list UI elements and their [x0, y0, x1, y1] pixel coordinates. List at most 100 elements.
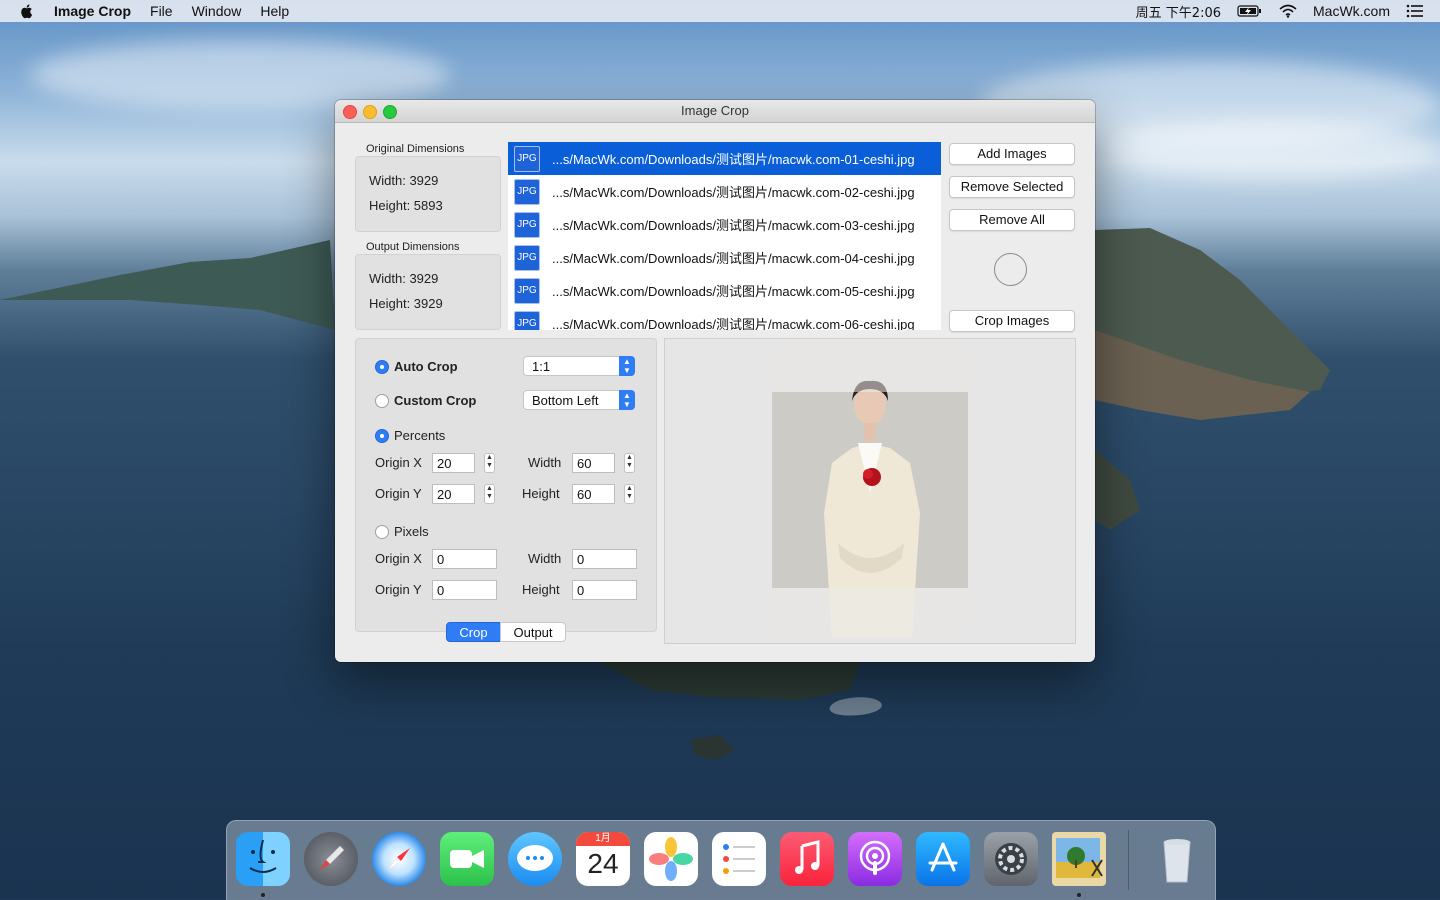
px-origin-x-label: Origin X: [375, 551, 422, 566]
jpg-file-icon: JPG: [514, 211, 540, 238]
file-row[interactable]: JPG ...s/MacWk.com/Downloads/测试图片/macwk.…: [508, 241, 941, 274]
wifi-icon[interactable]: [1279, 4, 1297, 18]
file-list[interactable]: JPG ...s/MacWk.com/Downloads/测试图片/macwk.…: [508, 142, 941, 330]
preview-photo: [772, 343, 968, 637]
file-path: ...s/MacWk.com/Downloads/测试图片/macwk.com-…: [552, 284, 915, 299]
output-dimensions-box: [355, 254, 501, 330]
menu-help[interactable]: Help: [260, 3, 289, 19]
menu-site-label[interactable]: MacWk.com: [1313, 3, 1390, 19]
original-width: Width: 3929: [369, 173, 439, 188]
calendar-icon[interactable]: 1月 24: [576, 832, 630, 886]
chevron-updown-icon: ▲ ▼: [619, 390, 635, 410]
anchor-value: Bottom Left: [532, 393, 599, 408]
finder-icon[interactable]: [236, 832, 290, 886]
px-height-label: Height: [522, 582, 560, 597]
menu-file[interactable]: File: [150, 3, 173, 19]
pct-height-field[interactable]: 60: [572, 484, 615, 504]
tab-output[interactable]: Output: [500, 622, 566, 642]
pct-origin-x-stepper[interactable]: ▲ ▼: [484, 453, 495, 473]
tab-crop[interactable]: Crop: [446, 622, 501, 642]
anchor-select[interactable]: Bottom Left ▲ ▼: [523, 390, 635, 410]
jpg-file-icon: JPG: [514, 145, 540, 172]
file-path: ...s/MacWk.com/Downloads/测试图片/macwk.com-…: [552, 218, 915, 233]
notification-center-icon[interactable]: [1406, 4, 1424, 18]
percents-radio[interactable]: [375, 429, 389, 443]
file-row[interactable]: JPG ...s/MacWk.com/Downloads/测试图片/macwk.…: [508, 208, 941, 241]
dock-separator: [1128, 830, 1129, 890]
original-height: Height: 5893: [369, 198, 443, 213]
percents-label: Percents: [394, 428, 446, 443]
px-width-field[interactable]: 0: [572, 549, 637, 569]
file-row[interactable]: JPG ...s/MacWk.com/Downloads/测试图片/macwk.…: [508, 274, 941, 307]
menu-app-name[interactable]: Image Crop: [54, 3, 131, 19]
safari-icon[interactable]: [372, 832, 426, 886]
minimize-window-button[interactable]: [363, 105, 377, 119]
photos-icon[interactable]: [644, 832, 698, 886]
file-row[interactable]: JPG ...s/MacWk.com/Downloads/测试图片/macwk.…: [508, 142, 941, 175]
close-window-button[interactable]: [343, 105, 357, 119]
window-title: Image Crop: [681, 103, 749, 118]
file-row[interactable]: JPG ...s/MacWk.com/Downloads/测试图片/macwk.…: [508, 307, 941, 330]
pixels-radio[interactable]: [375, 525, 389, 539]
output-width: Width: 3929: [369, 271, 439, 286]
px-origin-x-field[interactable]: 0: [432, 549, 497, 569]
podcasts-icon[interactable]: [848, 832, 902, 886]
px-width-label: Width: [528, 551, 562, 566]
px-origin-y-label: Origin Y: [375, 582, 422, 597]
chevron-updown-icon: ▲ ▼: [619, 356, 635, 376]
file-row[interactable]: JPG ...s/MacWk.com/Downloads/测试图片/macwk.…: [508, 175, 941, 208]
facetime-icon[interactable]: [440, 832, 494, 886]
pct-height-stepper[interactable]: ▲ ▼: [624, 484, 635, 504]
pct-origin-y-field[interactable]: 20: [432, 484, 475, 504]
app-store-icon[interactable]: [916, 832, 970, 886]
original-dimensions-box: [355, 156, 501, 232]
messages-icon[interactable]: [508, 832, 562, 886]
px-height-field[interactable]: 0: [572, 580, 637, 600]
pct-origin-x-field[interactable]: 20: [432, 453, 475, 473]
image-crop-window: Image Crop Original Dimensions Width: 39…: [335, 100, 1095, 662]
aspect-ratio-select[interactable]: 1:1 ▲ ▼: [523, 356, 635, 376]
pct-origin-y-stepper[interactable]: ▲ ▼: [484, 484, 495, 504]
system-preferences-icon[interactable]: [984, 832, 1038, 886]
output-dimensions-heading: Output Dimensions: [366, 241, 460, 253]
menu-window[interactable]: Window: [192, 3, 242, 19]
jpg-file-icon: JPG: [514, 244, 540, 271]
menu-bar: Image Crop File Window Help 周五 下午2:06 Ma…: [0, 0, 1440, 22]
add-images-button[interactable]: Add Images: [949, 143, 1075, 165]
file-path: ...s/MacWk.com/Downloads/测试图片/macwk.com-…: [552, 152, 915, 167]
running-indicator: [1077, 893, 1081, 897]
remove-all-button[interactable]: Remove All: [949, 209, 1075, 231]
pct-width-stepper[interactable]: ▲ ▼: [624, 453, 635, 473]
pct-width-label: Width: [528, 455, 562, 470]
pixels-label: Pixels: [394, 524, 429, 539]
custom-crop-label: Custom Crop: [394, 393, 477, 408]
crop-images-button[interactable]: Crop Images: [949, 310, 1075, 332]
pct-origin-x-label: Origin X: [375, 455, 422, 470]
aspect-ratio-value: 1:1: [532, 359, 551, 374]
remove-selected-button[interactable]: Remove Selected: [949, 176, 1075, 198]
image-crop-app-icon[interactable]: [1052, 832, 1106, 886]
battery-icon[interactable]: [1237, 4, 1263, 18]
custom-crop-radio[interactable]: [375, 394, 389, 408]
pct-width-field[interactable]: 60: [572, 453, 615, 473]
pct-height-label: Height: [522, 486, 560, 501]
menu-extras: 周五 下午2:06 MacWk.com: [1136, 0, 1440, 22]
calendar-month: 1月: [576, 832, 630, 846]
reminders-icon[interactable]: [712, 832, 766, 886]
running-indicator: [261, 893, 265, 897]
auto-crop-radio[interactable]: [375, 360, 389, 374]
title-bar[interactable]: Image Crop: [335, 100, 1095, 123]
pct-origin-y-label: Origin Y: [375, 486, 422, 501]
trash-icon[interactable]: [1150, 832, 1204, 886]
auto-crop-label: Auto Crop: [394, 359, 458, 374]
apple-icon[interactable]: [18, 2, 36, 20]
progress-indicator: [994, 253, 1027, 286]
image-preview: [664, 338, 1076, 644]
launchpad-icon[interactable]: [304, 832, 358, 886]
file-path: ...s/MacWk.com/Downloads/测试图片/macwk.com-…: [552, 317, 915, 330]
menu-clock[interactable]: 周五 下午2:06: [1136, 2, 1221, 21]
jpg-file-icon: JPG: [514, 277, 540, 304]
px-origin-y-field[interactable]: 0: [432, 580, 497, 600]
zoom-window-button[interactable]: [383, 105, 397, 119]
music-icon[interactable]: [780, 832, 834, 886]
